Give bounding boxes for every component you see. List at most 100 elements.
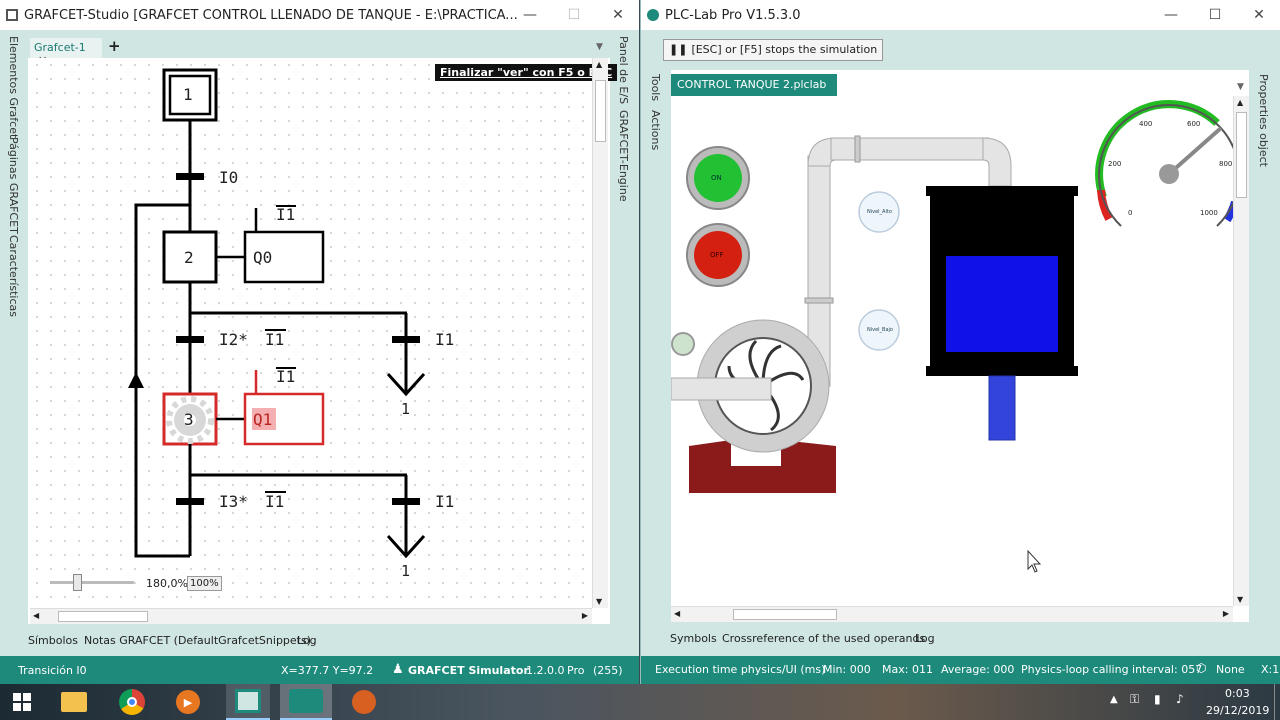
status-simulator: GRAFCET Simulator: [408, 664, 529, 677]
side-tab-tools[interactable]: Tools: [649, 74, 662, 101]
right-hscroll-left-icon[interactable]: ◀: [674, 609, 680, 618]
pause-icon: ❚❚: [669, 43, 688, 56]
right-hscrollbar[interactable]: ◀ ▶: [671, 606, 1233, 622]
zoom-reset-button[interactable]: 100%: [187, 576, 222, 591]
hscroll-thumb[interactable]: [58, 611, 148, 622]
transition-i3-label-a: I3*: [219, 492, 248, 511]
off-button-label: OFF: [710, 251, 724, 259]
chrome-icon: [119, 689, 145, 715]
right-vscroll-up-icon[interactable]: ▲: [1237, 98, 1243, 107]
side-tab-actions[interactable]: Actions: [649, 110, 662, 150]
vscroll-up-icon[interactable]: ▲: [596, 60, 602, 69]
tab-simbolos[interactable]: Símbolos: [28, 634, 78, 647]
right-maximize-button[interactable]: ☐: [1193, 0, 1237, 30]
right-vscrollbar[interactable]: ▲ ▼: [1233, 96, 1249, 606]
taskbar-date[interactable]: 29/12/2019: [1206, 704, 1269, 717]
right-hscroll-thumb[interactable]: [733, 609, 837, 620]
zoom-slider-thumb[interactable]: [73, 574, 82, 591]
tab-grafcet-1[interactable]: Grafcet-1 ✕: [30, 38, 102, 67]
transition-i1-a[interactable]: [392, 336, 420, 343]
plc-lab-window: PLC-Lab Pro V1.5.3.0 — ☐ ✕ ❚❚ [ESC] or [F…: [640, 0, 1280, 684]
status-cube-icon: ⬡: [1196, 661, 1207, 675]
right-vscroll-thumb[interactable]: [1236, 112, 1247, 198]
grafcet-canvas[interactable]: Finalizar "ver" con F5 o ESC 1 I0 2 Q0 I…: [30, 58, 618, 608]
transition-i2[interactable]: [176, 336, 204, 343]
pump-lamp: [671, 332, 695, 356]
side-tab-grafcet-engine[interactable]: GRAFCET-Engine: [617, 110, 630, 202]
left-vscrollbar[interactable]: ▲ ▼: [592, 58, 608, 608]
taskbar-file-explorer[interactable]: [52, 684, 96, 720]
taskbar-grafcet-studio[interactable]: [226, 684, 270, 720]
pipe-joint-mid: [804, 297, 834, 304]
right-hscroll-right-icon[interactable]: ▶: [1223, 609, 1229, 618]
left-maximize-button[interactable]: ☐: [552, 0, 596, 30]
tank-top-flange: [926, 186, 1078, 196]
add-tab-icon[interactable]: +: [108, 37, 121, 55]
jump-b-label: 1: [401, 562, 411, 580]
tray-volume-icon[interactable]: ♪: [1176, 692, 1184, 706]
vscroll-thumb[interactable]: [595, 80, 606, 142]
taskbar-time[interactable]: 0:03: [1225, 687, 1250, 700]
doc-tab-close-icon[interactable]: ✕: [836, 78, 845, 91]
stop-simulation-button[interactable]: ❚❚ [ESC] or [F5] stops the simulation: [663, 39, 884, 61]
transition-i1-b[interactable]: [392, 498, 420, 505]
status-coords: X=377.7 Y=97.2: [281, 664, 374, 677]
tray-battery-icon[interactable]: ▮: [1154, 692, 1161, 706]
right-vscroll-down-icon[interactable]: ▼: [1237, 595, 1243, 604]
side-tab-paginas[interactable]: Páginas GRAFCET: [7, 137, 20, 234]
side-tab-properties[interactable]: Properties object: [1257, 74, 1270, 167]
gauge-tick-0: 0: [1128, 209, 1133, 217]
step-3-label: 3: [184, 410, 194, 429]
show-desktop-button[interactable]: [1274, 684, 1280, 720]
doc-tab[interactable]: CONTROL TANQUE 2.plclab ✕: [671, 74, 845, 96]
hscroll-left-icon[interactable]: ◀: [33, 611, 39, 620]
vscroll-down-icon[interactable]: ▼: [596, 597, 602, 606]
transition-i1-a-label: I1: [435, 330, 455, 349]
gauge-tick-400: 400: [1139, 120, 1153, 128]
tab-crossreference[interactable]: Crossreference of the used operands: [722, 632, 925, 645]
doc-tab-dropdown-icon[interactable]: ▼: [1237, 82, 1244, 92]
left-minimize-button[interactable]: —: [508, 0, 552, 30]
taskbar-plc-lab[interactable]: [280, 684, 332, 720]
taskbar-app-glove[interactable]: [342, 684, 386, 720]
side-tab-caracteristicas[interactable]: Características: [7, 235, 20, 317]
left-close-button[interactable]: ✕: [596, 0, 639, 30]
side-tab-elementos[interactable]: Elementos Grafcet: [7, 36, 20, 138]
zoom-slider[interactable]: [50, 581, 134, 584]
gauge-tick-600: 600: [1187, 120, 1201, 128]
grafcet-app-icon: [6, 9, 18, 21]
side-tab-panel-es[interactable]: Panel de E/S: [617, 36, 630, 104]
tab-notas-grafcet[interactable]: Notas GRAFCET (DefaultGrafcetSnippets): [84, 634, 311, 647]
status-count: (255): [593, 664, 623, 677]
simulation-canvas[interactable]: ON OFF Nivel_Alto Nivel_Bajo 0 200 400 6…: [671, 96, 1233, 606]
start-button[interactable]: [0, 684, 44, 720]
loop-back-arrow: [128, 372, 144, 388]
hscroll-right-icon[interactable]: ▶: [582, 611, 588, 620]
status-transition: Transición I0: [18, 664, 87, 677]
tray-arrow-icon[interactable]: ▲: [1110, 694, 1118, 705]
left-window-title: GRAFCET-Studio [GRAFCET CONTROL LLENADO …: [24, 7, 518, 23]
right-minimize-button[interactable]: —: [1149, 0, 1193, 30]
tab-dropdown-icon[interactable]: ▼: [596, 42, 603, 52]
doc-tab-label: CONTROL TANQUE 2.plclab: [677, 78, 827, 91]
media-player-icon: ▶: [176, 690, 200, 714]
transition-i0[interactable]: [176, 173, 204, 180]
pipe-joint-top: [854, 135, 861, 163]
tab-symbols[interactable]: Symbols: [670, 632, 717, 645]
taskbar-media-player[interactable]: ▶: [166, 684, 210, 720]
gauge-tick-200: 200: [1108, 160, 1122, 168]
tab-log-left[interactable]: Log: [297, 634, 317, 647]
folder-icon: [61, 692, 87, 712]
gauge-tick-800: 800: [1219, 160, 1233, 168]
taskbar-chrome[interactable]: [110, 684, 154, 720]
on-button-label: ON: [711, 174, 722, 182]
transition-i3[interactable]: [176, 498, 204, 505]
glove-icon: [352, 690, 376, 714]
tray-network-icon[interactable]: ⚿: [1130, 692, 1139, 707]
tab-log-right[interactable]: Log: [915, 632, 935, 645]
left-hscrollbar[interactable]: ◀ ▶: [30, 608, 592, 624]
status-none: None: [1216, 663, 1245, 676]
gauge-tick-1000: 1000: [1200, 209, 1218, 217]
stop-simulation-label: [ESC] or [F5] stops the simulation: [691, 43, 878, 56]
right-close-button[interactable]: ✕: [1237, 0, 1280, 30]
